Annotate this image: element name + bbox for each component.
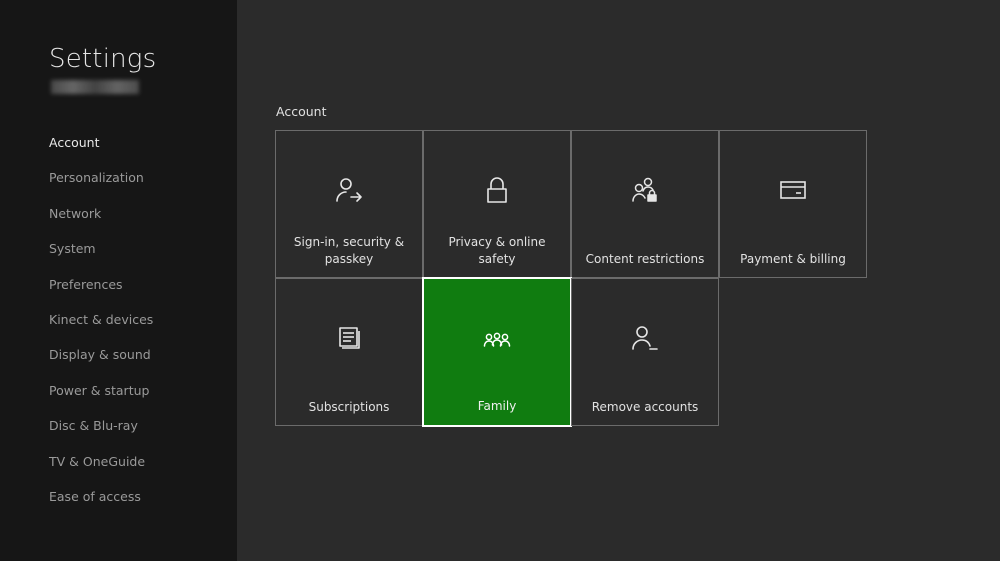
tile-label: Content restrictions	[585, 252, 705, 266]
sidebar-item-personalization[interactable]: Personalization	[49, 169, 153, 204]
page-title: Settings	[49, 44, 157, 74]
lock-icon	[480, 173, 514, 207]
document-list-icon	[332, 321, 366, 355]
sidebar-item-network[interactable]: Network	[49, 205, 153, 240]
tile-label: Subscriptions	[308, 400, 390, 414]
sidebar-item-ease-of-access[interactable]: Ease of access	[49, 488, 153, 523]
gamertag-blurred	[51, 80, 139, 94]
sidebar-item-account[interactable]: Account	[49, 134, 153, 169]
sidebar-item-power-startup[interactable]: Power & startup	[49, 382, 153, 417]
tile-label: Remove accounts	[591, 400, 699, 414]
tile-content-restrictions[interactable]: Content restrictions	[571, 130, 719, 278]
tile-privacy-online-safety[interactable]: Privacy & online safety	[423, 130, 571, 278]
tile-label: Payment & billing	[740, 252, 846, 266]
tile-label: Family	[477, 399, 517, 413]
sidebar-item-display-sound[interactable]: Display & sound	[49, 346, 153, 381]
tile-subscriptions[interactable]: Subscriptions	[275, 278, 423, 426]
tile-payment-billing[interactable]: Payment & billing	[719, 130, 867, 278]
person-minus-icon	[628, 321, 662, 355]
sidebar-item-kinect-devices[interactable]: Kinect & devices	[49, 311, 153, 346]
sidebar-item-system[interactable]: System	[49, 240, 153, 275]
credit-card-icon	[776, 173, 810, 207]
sidebar-item-preferences[interactable]: Preferences	[49, 276, 153, 311]
tile-sign-in-security[interactable]: Sign-in, security & passkey	[275, 130, 423, 278]
sidebar-nav: Account Personalization Network System P…	[49, 134, 153, 523]
tile-label: Sign-in, security & passkey	[293, 235, 405, 266]
account-tile-grid: Sign-in, security & passkey Privacy & on…	[275, 130, 867, 427]
tile-label: Privacy & online safety	[448, 235, 546, 266]
family-icon	[480, 323, 514, 357]
sidebar-item-disc-bluray[interactable]: Disc & Blu-ray	[49, 417, 153, 452]
person-arrow-icon	[332, 173, 366, 207]
people-lock-icon	[628, 173, 662, 207]
tile-remove-accounts[interactable]: Remove accounts	[571, 278, 719, 426]
tile-family[interactable]: Family	[422, 277, 572, 427]
sidebar-item-tv-oneguide[interactable]: TV & OneGuide	[49, 453, 153, 488]
section-heading: Account	[276, 104, 327, 119]
sidebar: Settings Account Personalization Network…	[0, 0, 237, 561]
